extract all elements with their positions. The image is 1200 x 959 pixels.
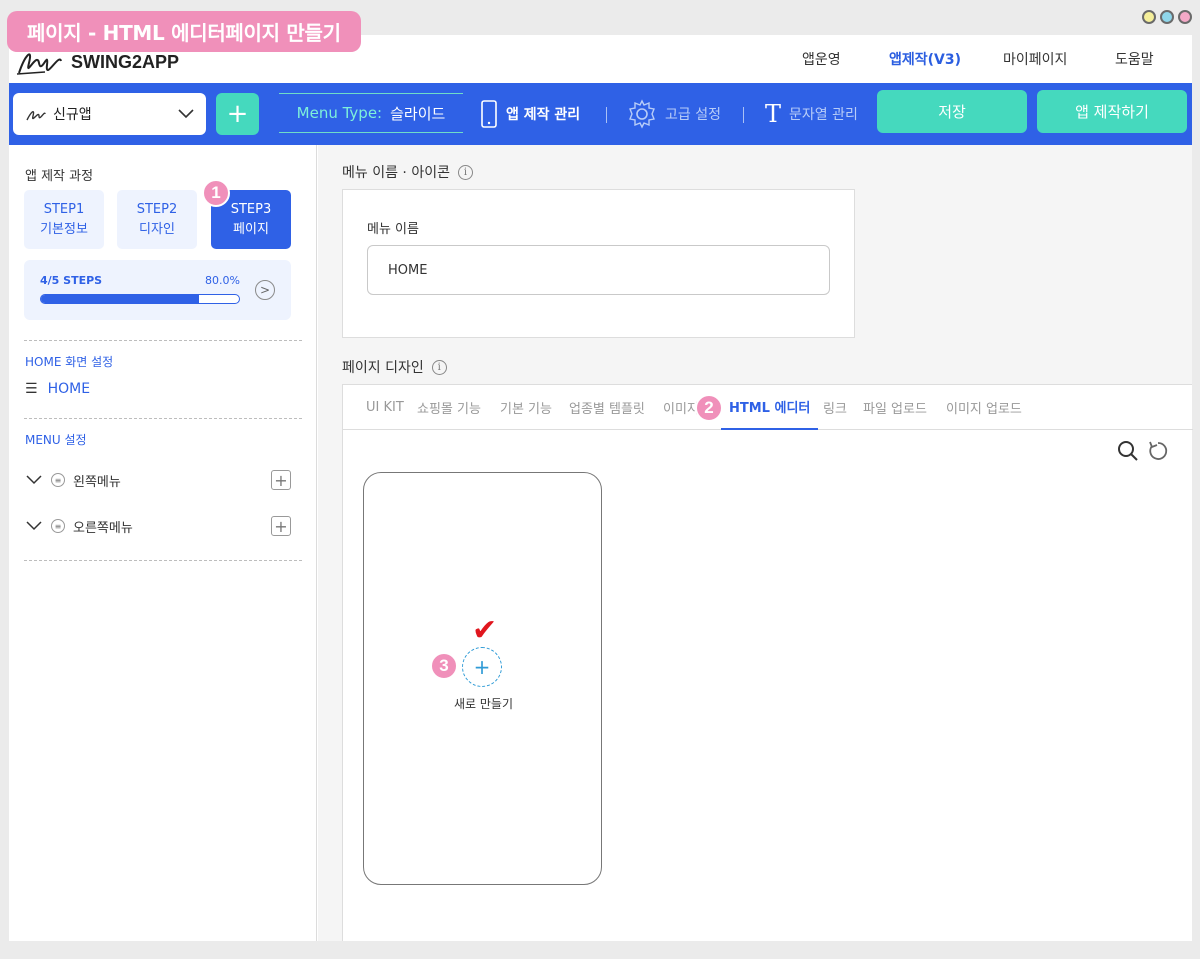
tab-basic[interactable]: 기본 기능 (500, 385, 552, 430)
app-manage-button[interactable]: 앱 제작 관리 (480, 97, 580, 131)
process-title: 앱 제작 과정 (25, 169, 94, 184)
tab-link[interactable]: 링크 (823, 385, 847, 430)
chevron-down-icon[interactable] (25, 521, 43, 531)
menu-row-label: 오른쪽메뉴 (73, 520, 133, 536)
refresh-icon[interactable] (1146, 439, 1170, 463)
tab-shopping[interactable]: 쇼핑몰 기능 (417, 385, 481, 430)
menu-row-right[interactable]: ≡ 오른쪽메뉴 + (25, 514, 291, 538)
brand-name: SWING2APP (71, 51, 180, 72)
save-button[interactable]: 저장 (877, 90, 1027, 133)
tab-industry-template[interactable]: 업종별 템플릿 (569, 385, 645, 430)
app-select-dropdown[interactable]: 신규앱 (13, 93, 206, 135)
app-manage-label: 앱 제작 관리 (506, 107, 581, 123)
create-new-button[interactable]: + (462, 647, 502, 687)
step-label: STEP2 (136, 202, 178, 217)
sidebar: 앱 제작 과정 STEP1 기본정보 STEP2 디자인 STEP3 페이지 1… (9, 145, 317, 941)
progress-fill (41, 295, 200, 303)
info-icon[interactable]: i (431, 359, 447, 375)
nav-help[interactable]: 도움말 (1115, 49, 1154, 69)
step-label: STEP3 (230, 202, 272, 217)
chevron-down-icon[interactable] (25, 475, 43, 485)
progress-percent: 80.0% (205, 274, 240, 287)
window-dot-icon[interactable] (1178, 10, 1192, 24)
advanced-settings-button[interactable]: 고급 설정 (627, 97, 721, 131)
design-tabs: UI KIT 쇼핑몰 기능 기본 기능 업종별 템플릿 이미지 HTML 에디터… (343, 385, 1193, 430)
gear-icon (629, 99, 655, 129)
menu-list-icon: ≡ (51, 519, 65, 533)
hamburger-icon: ☰ (25, 381, 38, 397)
home-item-label: HOME (47, 381, 91, 397)
toolbar-divider (743, 107, 744, 123)
phone-icon (481, 100, 497, 128)
string-manage-button[interactable]: T 문자열 관리 (765, 97, 858, 131)
toolbar: 신규앱 + Menu Type: 슬라이드 앱 제작 관리 고급 설정 T 문자… (9, 83, 1192, 145)
menu-name-card: 메뉴 이름 HOME (342, 189, 855, 338)
add-submenu-button[interactable]: + (271, 470, 291, 490)
page-design-section-title: 페이지 디자인 i (342, 357, 447, 377)
tab-html-editor[interactable]: HTML 에디터 (721, 385, 819, 430)
menu-row-label: 왼쪽메뉴 (73, 474, 121, 490)
home-menu-item[interactable]: ☰ HOME (25, 381, 90, 397)
progress-box: 4/5 STEPS 80.0% > (24, 260, 291, 320)
info-icon[interactable]: i (457, 164, 473, 180)
toolbar-divider (606, 107, 607, 123)
text-t-icon: T (765, 100, 782, 128)
add-submenu-button[interactable]: + (271, 516, 291, 536)
page-design-panel: UI KIT 쇼핑몰 기능 기본 기능 업종별 템플릿 이미지 HTML 에디터… (342, 384, 1193, 941)
next-step-arrow-icon[interactable]: > (255, 280, 275, 300)
advanced-settings-label: 고급 설정 (665, 107, 721, 123)
menu-type-value: 슬라이드 (390, 104, 446, 123)
app-logo-icon (26, 110, 46, 121)
nav-app-build[interactable]: 앱제작(V3) (889, 49, 961, 69)
divider (24, 418, 302, 419)
window-dot-icon[interactable] (1160, 10, 1174, 24)
callout-badge-1: 1 (202, 179, 230, 207)
app-name: 신규앱 (53, 107, 92, 123)
step-label: STEP1 (43, 202, 85, 217)
main-content: 메뉴 이름 · 아이콘 i 메뉴 이름 HOME 페이지 디자인 i UI KI… (318, 145, 1193, 941)
checkmark-icon: ✔ (472, 613, 498, 648)
callout-badge-3: 3 (430, 652, 458, 680)
chevron-down-icon (178, 109, 194, 119)
menu-section-title: MENU 설정 (25, 433, 87, 447)
menu-type-label: Menu Type: (296, 104, 383, 122)
progress-label: 4/5 STEPS (40, 274, 103, 287)
phone-preview: ✔ 3 + 새로 만들기 (363, 472, 602, 885)
app-window: SWING2APP 앱운영 앱제작(V3) 마이페이지 도움말 신규앱 + Me… (9, 35, 1193, 941)
tab-image-upload[interactable]: 이미지 업로드 (946, 385, 1022, 430)
step-sublabel: 디자인 (139, 221, 175, 237)
nav-mypage[interactable]: 마이페이지 (1003, 49, 1067, 69)
tab-image[interactable]: 이미지 (663, 385, 699, 430)
menu-name-section-title: 메뉴 이름 · 아이콘 i (342, 162, 473, 182)
nav-app-operation[interactable]: 앱운영 (802, 49, 841, 69)
menu-name-input[interactable]: HOME (367, 245, 830, 295)
section-title-text: 페이지 디자인 (342, 360, 424, 376)
menu-list-icon: ≡ (51, 473, 65, 487)
progress-bar (40, 294, 240, 304)
page-title-badge: 페이지 - HTML 에디터페이지 만들기 (7, 11, 361, 52)
add-app-button[interactable]: + (216, 93, 259, 135)
step1-button[interactable]: STEP1 기본정보 (24, 190, 104, 249)
string-manage-label: 문자열 관리 (789, 107, 858, 123)
menu-name-label: 메뉴 이름 (367, 222, 419, 237)
menu-row-left[interactable]: ≡ 왼쪽메뉴 + (25, 468, 291, 492)
section-title-text: 메뉴 이름 · 아이콘 (342, 165, 450, 181)
divider (24, 340, 302, 341)
tab-ui-kit[interactable]: UI KIT (366, 385, 404, 430)
window-controls (1142, 10, 1192, 24)
home-section-title: HOME 화면 설정 (25, 355, 114, 369)
step-sublabel: 기본정보 (40, 221, 88, 237)
divider (24, 560, 302, 561)
step-sublabel: 페이지 (233, 221, 269, 237)
create-new-label: 새로 만들기 (453, 697, 513, 711)
menu-type-selector[interactable]: Menu Type: 슬라이드 (279, 93, 463, 133)
step2-button[interactable]: STEP2 디자인 (117, 190, 197, 249)
window-dot-icon[interactable] (1142, 10, 1156, 24)
search-icon[interactable] (1116, 439, 1140, 463)
tab-file-upload[interactable]: 파일 업로드 (863, 385, 927, 430)
build-app-button[interactable]: 앱 제작하기 (1037, 90, 1187, 133)
callout-badge-2: 2 (695, 394, 723, 422)
